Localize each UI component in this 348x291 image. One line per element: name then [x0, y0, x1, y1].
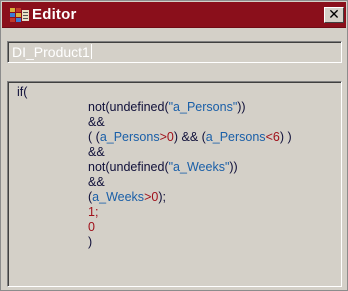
code-operator: < [265, 130, 273, 144]
code-line-8: (a_Weeks>0); [88, 190, 166, 205]
code-variable: a_Persons [99, 130, 160, 144]
code-token: ); [158, 190, 166, 204]
code-number: 6 [272, 130, 280, 144]
name-input-value: DI_Product1 [12, 44, 90, 60]
code-line-10: 0 [88, 220, 95, 235]
code-token: if( [17, 85, 28, 99]
name-input[interactable]: DI_Product1 [7, 41, 342, 63]
code-line-1: if( [17, 85, 27, 100]
code-line-5: && [88, 145, 105, 160]
code-operator: > [159, 130, 167, 144]
code-number: 0 [88, 220, 95, 234]
code-line-4: ( (a_Persons>0) && (a_Persons<6) ) [88, 130, 292, 145]
code-variable: a_Weeks [92, 190, 145, 204]
code-string: "a_Persons" [168, 100, 238, 114]
code-line-3: && [88, 115, 105, 130]
code-line-2: not(undefined("a_Persons")) [88, 100, 246, 115]
code-line-7: && [88, 175, 105, 190]
close-icon: ✕ [328, 7, 340, 23]
code-number: 1; [88, 205, 99, 219]
title-bar[interactable]: Editor ✕ [2, 2, 346, 28]
code-token: )) [229, 160, 238, 174]
window-title: Editor [32, 6, 77, 23]
code-number: 0 [166, 130, 174, 144]
code-string: "a_Weeks" [168, 160, 230, 174]
code-token: not(undefined( [88, 100, 169, 114]
code-token: && [88, 145, 105, 159]
code-line-6: not(undefined("a_Weeks")) [88, 160, 238, 175]
code-token: ( ( [88, 130, 100, 144]
code-token: ) && ( [173, 130, 206, 144]
code-token: ) [88, 235, 93, 249]
editor-app-icon [10, 8, 29, 22]
code-line-11: ) [88, 235, 92, 250]
code-token: )) [237, 100, 246, 114]
close-button[interactable]: ✕ [324, 7, 344, 23]
code-line-9: 1; [88, 205, 98, 220]
text-caret [90, 44, 92, 59]
code-token: not(undefined( [88, 160, 169, 174]
code-variable: a_Persons [205, 130, 266, 144]
code-token: && [88, 115, 105, 129]
code-token: && [88, 175, 105, 189]
code-token: ) ) [279, 130, 292, 144]
editor-window: Editor ✕ DI_Product1 if( not(undefined("… [0, 0, 348, 291]
